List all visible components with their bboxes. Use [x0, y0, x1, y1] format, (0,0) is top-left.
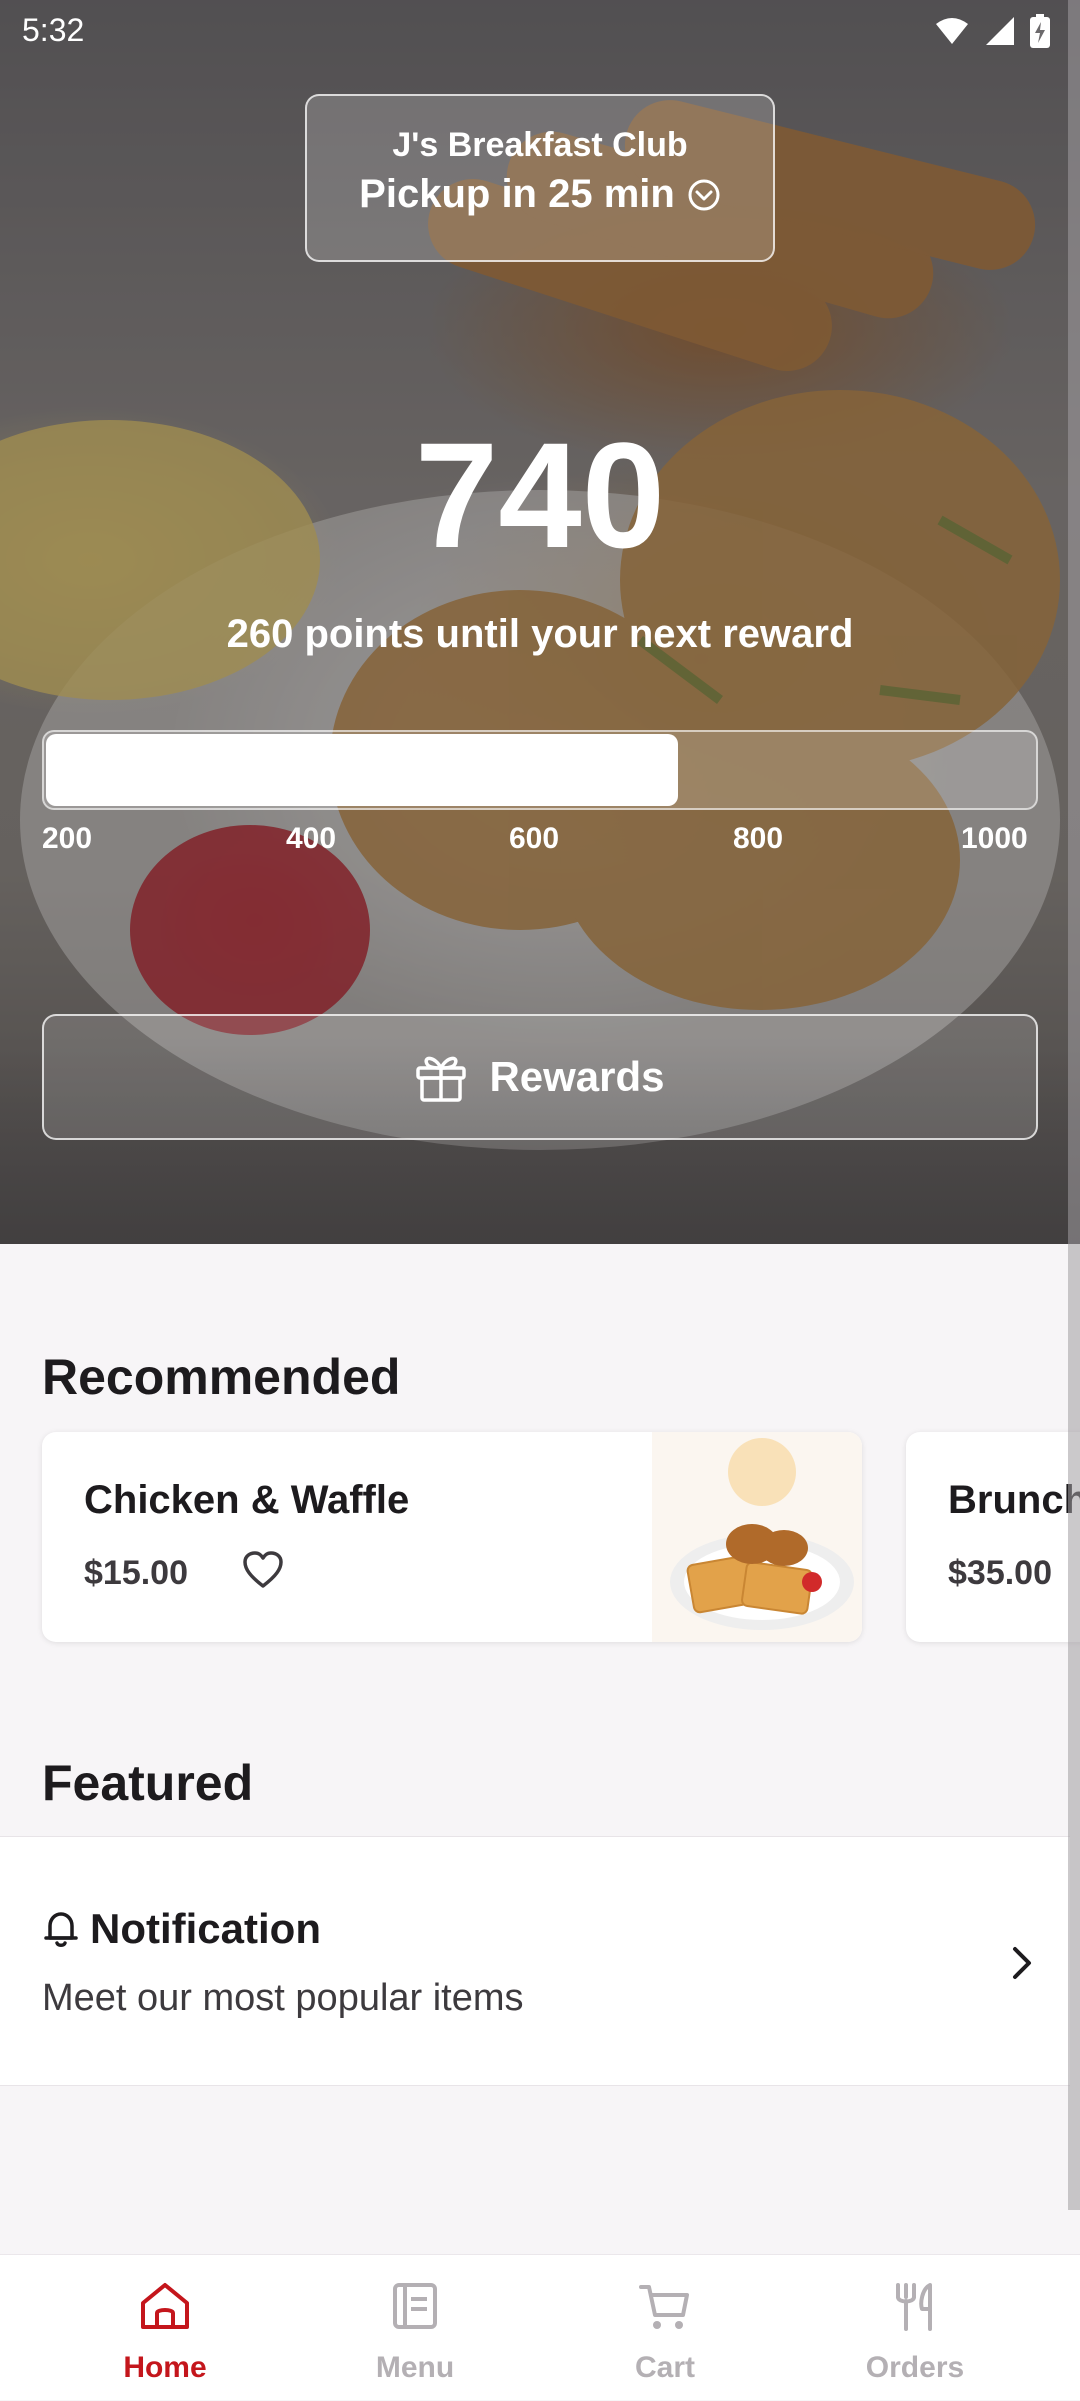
tick-label: 800	[733, 822, 784, 855]
status-time: 5:32	[22, 12, 85, 48]
nav-cart-label: Cart	[634, 2351, 695, 2384]
pickup-time-row: Pickup in 25 min	[307, 172, 773, 217]
item-price: $35.00	[948, 1554, 1052, 1592]
progress-tick-labels: 200 400 600 800 1000	[42, 822, 1038, 862]
battery-charging-icon	[1030, 14, 1050, 48]
gift-icon	[416, 1056, 467, 1102]
points-until-reward: 260 points until your next reward	[226, 612, 854, 656]
bell-icon	[44, 1912, 78, 1947]
nav-orders-label: Orders	[865, 2351, 965, 2384]
chicken-waffle-photo	[670, 1438, 854, 1630]
wifi-icon	[936, 18, 968, 44]
notification-text: Meet our most popular items	[42, 1977, 524, 2019]
featured-notification-row[interactable]: Notification Meet our most popular items	[0, 1836, 1070, 2086]
item-photo	[652, 1432, 862, 1642]
rewards-progress-fill	[46, 734, 678, 806]
chevron-right-icon	[1013, 1947, 1031, 1979]
recommended-item-card[interactable]: Brunch $35.00	[906, 1432, 1080, 1642]
tick-label: 600	[509, 822, 560, 855]
nav-home[interactable]: Home	[40, 2255, 290, 2401]
menu-icon	[393, 2283, 437, 2329]
rewards-button-label: Rewards	[489, 1053, 665, 1100]
nav-cart[interactable]: Cart	[540, 2255, 790, 2401]
chevron-down-circle-icon	[688, 179, 720, 210]
orders-icon	[896, 2283, 932, 2331]
notification-title: Notification	[90, 1905, 321, 1952]
status-icons	[934, 14, 1050, 48]
item-name: Brunch	[948, 1478, 1080, 1522]
tick-label: 200	[42, 822, 93, 855]
featured-heading: Featured	[42, 1755, 254, 1811]
cart-icon	[639, 2285, 689, 2329]
item-name: Chicken & Waffle	[84, 1478, 410, 1522]
rewards-button[interactable]: Rewards	[42, 1014, 1038, 1140]
bottom-navigation: Home Menu Cart Orders	[0, 2254, 1080, 2400]
tick-label: 400	[286, 822, 337, 855]
store-name: J's Breakfast Club	[392, 126, 688, 164]
hero-banner: 5:32 J's Breakfast Club Pickup in 25 min	[0, 0, 1080, 1244]
store-pickup-selector[interactable]: J's Breakfast Club Pickup in 25 min	[305, 94, 775, 262]
status-bar: 5:32	[0, 0, 1080, 64]
nav-orders[interactable]: Orders	[790, 2255, 1040, 2401]
rewards-progress-bar	[42, 730, 1038, 810]
nav-home-label: Home	[123, 2351, 207, 2384]
recommended-heading: Recommended	[42, 1349, 401, 1405]
tick-label: 1000	[961, 822, 1028, 855]
nav-menu[interactable]: Menu	[290, 2255, 540, 2401]
scrollbar[interactable]	[1068, 0, 1080, 2210]
heart-icon[interactable]	[242, 1550, 284, 1590]
points-balance: 740	[414, 411, 666, 579]
cellular-signal-icon	[986, 17, 1014, 45]
item-price: $15.00	[84, 1554, 188, 1592]
recommended-item-card[interactable]: Chicken & Waffle $15.00	[42, 1432, 862, 1642]
nav-menu-label: Menu	[375, 2351, 455, 2384]
notification-title-row: Notification	[42, 1905, 321, 1953]
home-icon	[141, 2283, 189, 2329]
pickup-time-text: Pickup in 25 min	[359, 172, 675, 216]
